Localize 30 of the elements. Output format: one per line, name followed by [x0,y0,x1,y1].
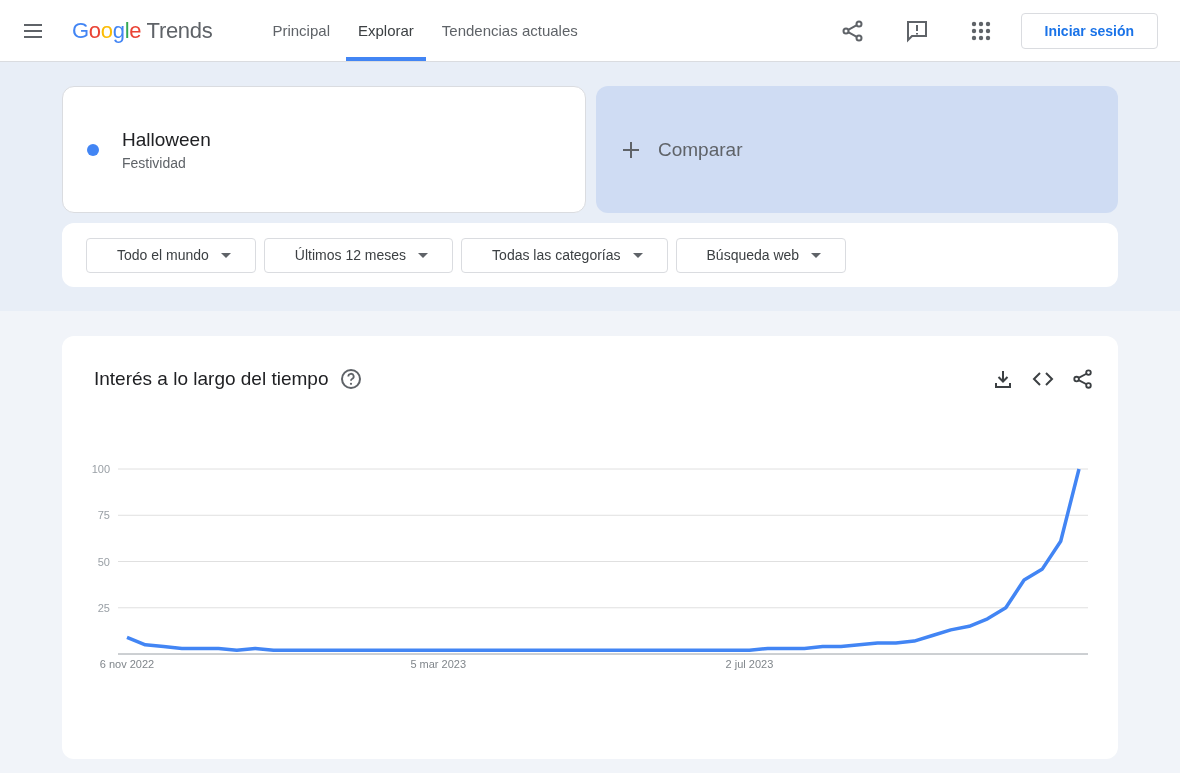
y-axis-label: 50 [97,555,110,568]
filter-dropdown[interactable]: Todo el mundo [86,237,256,273]
x-axis-label: 2 jul 2023 [725,658,774,670]
feedback-icon[interactable] [904,18,929,43]
compare-button[interactable]: Comparar [596,86,1118,213]
share-icon[interactable] [1072,368,1094,390]
filter-dropdown[interactable]: Todas las categorías [461,237,668,273]
caret-icon [220,252,231,258]
filter-dropdown[interactable]: Búsqueda web [675,237,847,273]
y-axis-label: 75 [97,509,110,522]
y-axis-label: 25 [97,601,110,614]
term-name: Halloween [122,128,211,151]
download-icon[interactable] [992,368,1014,390]
plus-icon [622,140,640,159]
card-title: Interés a lo largo del tiempo [94,368,329,390]
search-term-card[interactable]: Halloween Festividad [62,86,586,213]
y-axis-label: 100 [91,463,110,475]
nav-tab[interactable]: Principal [260,0,342,61]
help-icon[interactable] [340,368,363,390]
term-type: Festividad [122,154,187,171]
logo-text[interactable]: Google Trends [72,17,213,44]
caret-icon [632,252,643,258]
x-axis-label: 5 mar 2023 [410,658,467,670]
caret-icon [811,252,822,258]
filter-dropdown[interactable]: Últimos 12 meses [263,237,454,273]
x-axis-label: 6 nov 2022 [99,658,155,670]
nav-tab[interactable]: Tendencias actuales [429,0,590,61]
share-icon[interactable] [840,18,865,43]
caret-icon [418,252,429,258]
sign-in-button[interactable]: Iniciar sesión [1020,12,1158,49]
